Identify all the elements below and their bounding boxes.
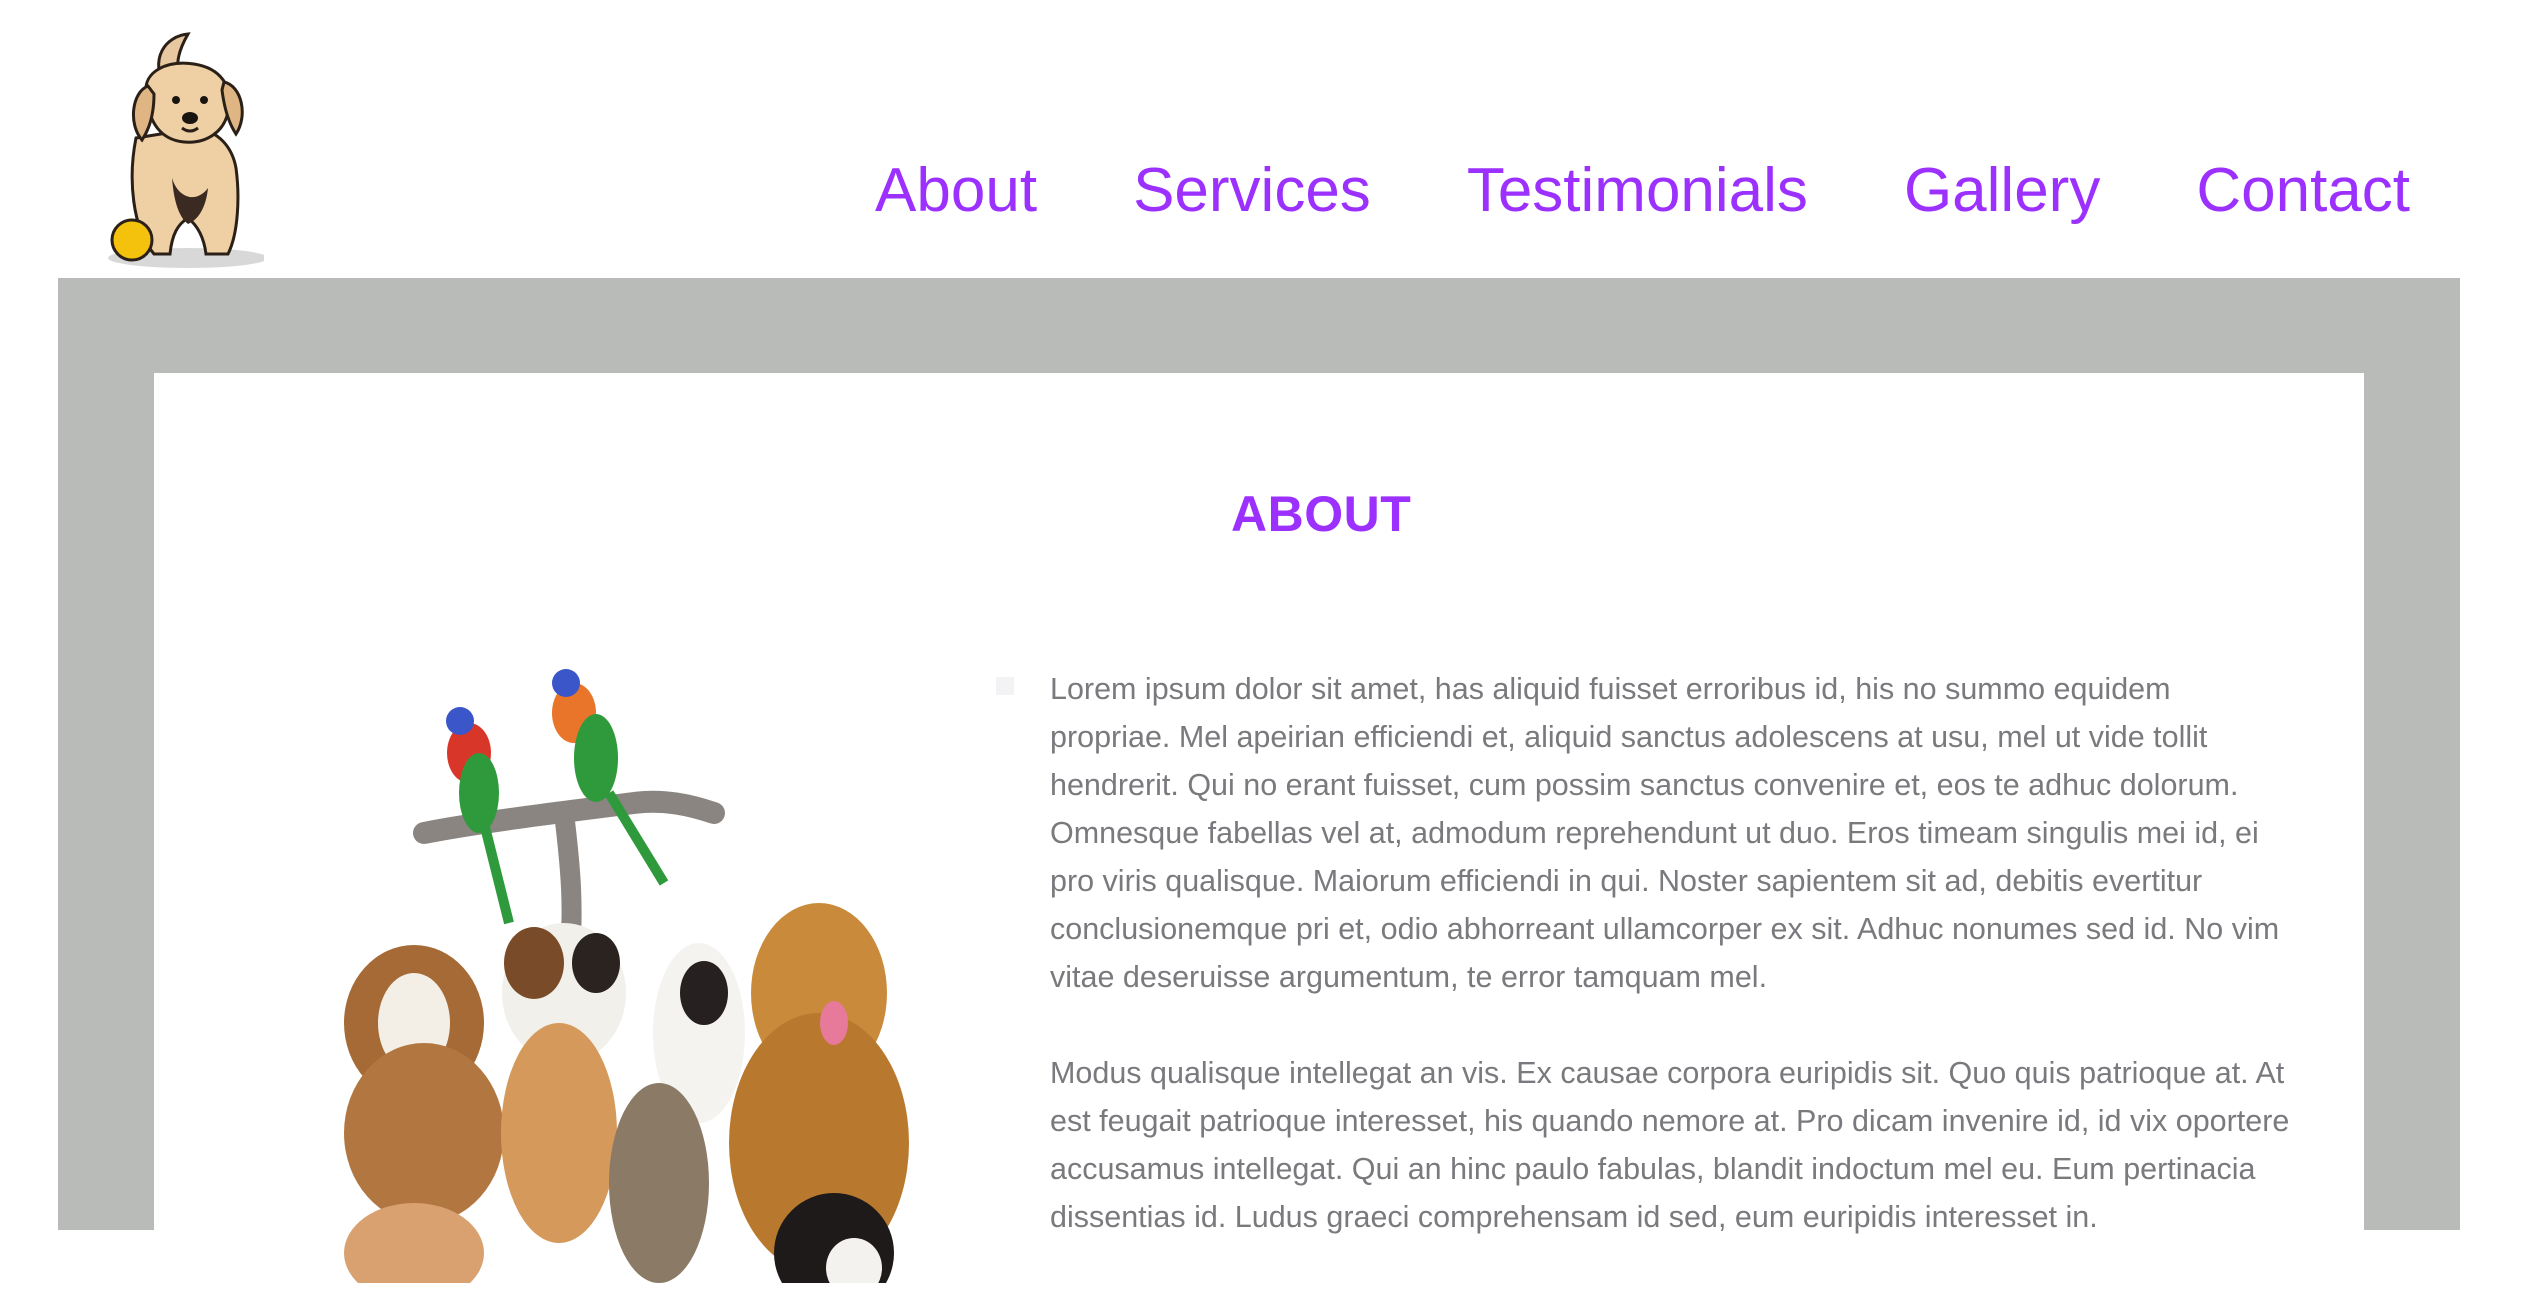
about-paragraph-1: Lorem ipsum dolor sit amet, has aliquid … [1050, 672, 2280, 994]
nav-link-testimonials[interactable]: Testimonials [1467, 160, 1808, 222]
about-paragraph-2: Modus qualisque intellegat an vis. Ex ca… [1050, 1056, 2290, 1234]
nav-link-contact[interactable]: Contact [2196, 160, 2410, 222]
puppy-logo-icon[interactable] [88, 28, 264, 268]
nav-link-about[interactable]: About [875, 160, 1037, 222]
main-nav: About Services Testimonials Gallery Cont… [875, 160, 2410, 222]
about-section-frame: ABOUT Lorem ipsum dolor sit amet, has al… [58, 278, 2460, 1283]
about-panel: ABOUT Lorem ipsum dolor sit amet, has al… [154, 373, 2364, 1283]
about-title: ABOUT [1231, 486, 1412, 542]
about-text: Lorem ipsum dolor sit amet, has aliquid … [1050, 665, 2290, 1289]
decorative-square [996, 677, 1014, 695]
site-header: About Services Testimonials Gallery Cont… [0, 0, 2522, 278]
nav-link-services[interactable]: Services [1133, 160, 1371, 222]
pets-group-image [344, 669, 909, 1283]
nav-link-gallery[interactable]: Gallery [1904, 160, 2100, 222]
